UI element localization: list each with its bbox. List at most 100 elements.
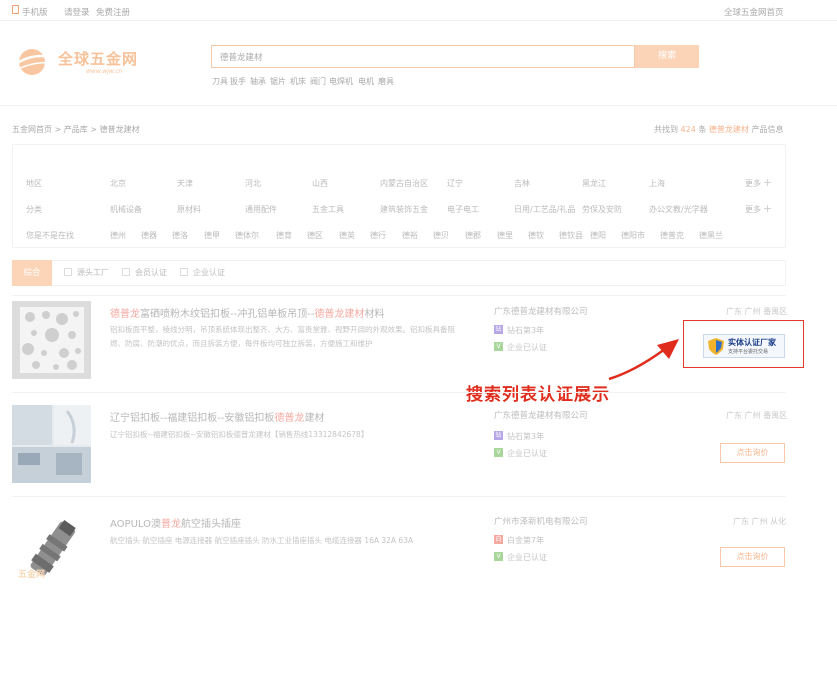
filter-region-item[interactable]: 山西 (312, 178, 328, 189)
filter-region-item[interactable]: 河北 (245, 178, 261, 189)
filter-category-item[interactable]: 原材料 (177, 204, 201, 215)
product-desc-3: 航空插头 航空插座 电源连接器 航空插座插头 防水工业插座插头 电缆连接器 16… (110, 536, 414, 545)
filter-related-item[interactable]: 德阳市 (621, 230, 645, 241)
sort-label-factory: 源头工厂 (77, 268, 109, 277)
filter-category-item[interactable]: 机械设备 (110, 204, 142, 215)
title-text: 辽宁铝扣板--福建铝扣板--安徽铝扣板 (110, 413, 275, 424)
filter-related-item[interactable]: 德钦县 (559, 230, 583, 241)
hot-keyword[interactable]: 电焊机 (329, 76, 353, 87)
filter-related-item[interactable]: 德钦 (528, 230, 544, 241)
result-number: 424 (680, 125, 696, 134)
search-button[interactable]: 搜索 (635, 45, 699, 68)
member-level-2: 钻石第3年 (507, 432, 545, 441)
filter-category-item[interactable]: 办公文教/光学器 (649, 204, 708, 215)
annotation-arrow-icon (608, 339, 679, 381)
filter-related-item[interactable]: 德阳 (590, 230, 606, 241)
product-image-ceiling-panel[interactable] (12, 405, 91, 483)
cert-badge[interactable]: 实体认证厂家 支持平台委托交易 (703, 334, 785, 358)
filter-category-item[interactable]: 劳保及安防 (582, 204, 622, 215)
title-text: AOPULO澳 (110, 519, 161, 530)
filter-related-item[interactable]: 德裕 (402, 230, 418, 241)
filter-category-item[interactable]: 电子电工 (447, 204, 479, 215)
hot-keyword[interactable]: 机床 (290, 76, 306, 87)
sort-checkbox-member[interactable] (122, 268, 130, 276)
product-title-2[interactable]: 辽宁铝扣板--福建铝扣板--安徽铝扣板德普龙建材 (110, 409, 324, 424)
location-2: 广东 广州 番禺区 (726, 411, 788, 420)
filter-category-item[interactable]: 建筑装饰五金 (380, 204, 428, 215)
row-divider (12, 392, 786, 393)
hot-keyword[interactable]: 锯片 (270, 76, 286, 87)
title-keyword-highlight: 普龙 (160, 519, 181, 530)
filter-related-item[interactable]: 德甲 (204, 230, 220, 241)
filter-region-item[interactable]: 内蒙古自治区 (380, 178, 428, 189)
filter-related-item[interactable]: 德郡 (465, 230, 481, 241)
sort-checkbox-company[interactable] (180, 268, 188, 276)
hot-keyword[interactable]: 刀具 (212, 76, 228, 87)
company-name-3[interactable]: 广州市泽新机电有限公司 (494, 515, 588, 527)
filter-region-item[interactable]: 天津 (177, 178, 193, 189)
logo-url: www.wjw.cn (86, 68, 123, 75)
inquiry-button-3[interactable]: 点击询价 (720, 547, 785, 567)
filter-region-item[interactable]: 上海 (649, 178, 665, 189)
filter-category-more[interactable]: 更多 (745, 204, 761, 215)
search-input[interactable] (212, 46, 634, 67)
filter-category-item[interactable]: 日用/工艺品/礼品 (514, 204, 575, 215)
breadcrumb: 五金网首页 > 产品库 > 德普龙建材 (12, 125, 140, 134)
company-name-2[interactable]: 广东德普龙建材有限公司 (494, 409, 588, 421)
top-bar: 手机版 请登录 免费注册 全球五金网首页 (0, 0, 837, 21)
shield-icon (708, 338, 724, 355)
verified-icon: V (494, 552, 503, 561)
filter-related-item[interactable]: 德行 (370, 230, 386, 241)
filter-region-item[interactable]: 辽宁 (447, 178, 463, 189)
hot-keyword[interactable]: 磨具 (378, 76, 394, 87)
filter-related-item[interactable]: 德器 (141, 230, 157, 241)
location-1: 广东 广州 番禺区 (726, 307, 788, 316)
row-divider (12, 295, 786, 296)
location-3: 广东 广州 从化 (733, 517, 787, 526)
register-link[interactable]: 免费注册 (96, 6, 130, 18)
hot-keyword[interactable]: 电机 (358, 76, 374, 87)
filter-related-item[interactable]: 德黑兰 (699, 230, 723, 241)
home-link[interactable]: 全球五金网首页 (724, 6, 784, 18)
inquiry-button-2[interactable]: 点击询价 (720, 443, 785, 463)
logo-text[interactable]: 全球五金网 (58, 48, 138, 69)
filter-label-related: 您是不是在找 (26, 231, 74, 240)
filter-region-item[interactable]: 黑龙江 (582, 178, 606, 189)
login-link[interactable]: 请登录 (64, 6, 90, 18)
verified-icon: V (494, 448, 503, 457)
filter-region-item[interactable]: 吉林 (514, 178, 530, 189)
sort-checkbox-factory[interactable] (64, 268, 72, 276)
row-divider (12, 496, 786, 497)
hot-keyword[interactable]: 阀门 (310, 76, 326, 87)
product-image-perforated-panel[interactable] (12, 301, 91, 379)
product-title-1[interactable]: 德普龙富硒喷粉木纹铝扣板--冲孔铝单板吊顶--德普龙建材材料 (110, 305, 384, 320)
filter-related-item[interactable]: 德普克 (660, 230, 684, 241)
filter-related-item[interactable]: 德里 (497, 230, 513, 241)
filter-related-item[interactable]: 德体尔 (235, 230, 259, 241)
filter-related-item[interactable]: 德贝 (433, 230, 449, 241)
search-box (211, 45, 635, 68)
sort-default-tab[interactable]: 综合 (12, 260, 52, 286)
diamond-level-icon: 钻 (494, 325, 503, 334)
product-title-3[interactable]: AOPULO澳普龙航空插头插座 (110, 515, 241, 530)
product-desc-1: 铝扣板面平整，棱线分明，吊顶系统体现出整齐、大方、富贵堂雅、视野开阔的外观效果。… (110, 325, 455, 348)
filter-category-item[interactable]: 通用配件 (245, 204, 277, 215)
company-name-1[interactable]: 广东德普龙建材有限公司 (494, 305, 588, 317)
filter-related-item[interactable]: 德育 (276, 230, 292, 241)
verified-text-2: 企业已认证 (507, 449, 547, 458)
filter-related-item[interactable]: 德州 (110, 230, 126, 241)
filter-related-item[interactable]: 德洛 (172, 230, 188, 241)
filter-category-item[interactable]: 五金工具 (312, 204, 344, 215)
filter-related-item[interactable]: 德区 (307, 230, 323, 241)
plus-icon[interactable]: + (763, 202, 772, 215)
cert-title: 实体认证厂家 (728, 338, 776, 347)
filter-related-item[interactable]: 德英 (339, 230, 355, 241)
title-text: 材料 (364, 309, 385, 320)
plus-icon[interactable]: + (763, 176, 772, 189)
filter-region-item[interactable]: 北京 (110, 178, 126, 189)
verified-icon: V (494, 342, 503, 351)
filter-region-more[interactable]: 更多 (745, 178, 761, 189)
hot-keyword[interactable]: 轴承 (250, 76, 266, 87)
mobile-link[interactable]: 手机版 (22, 6, 48, 18)
hot-keyword[interactable]: 扳手 (230, 76, 246, 87)
